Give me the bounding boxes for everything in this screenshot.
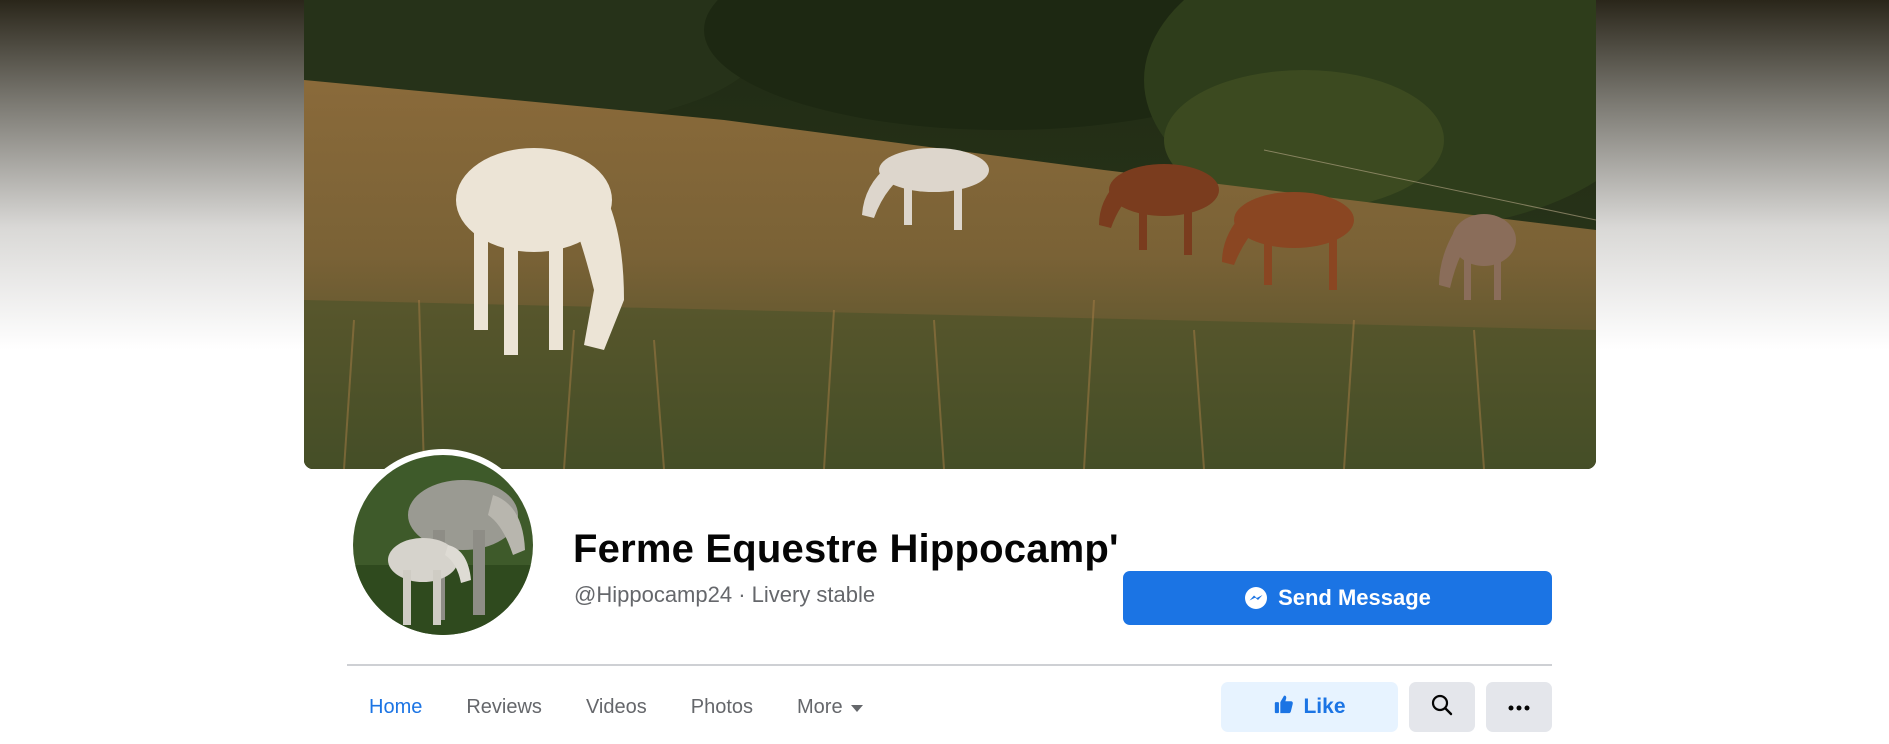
search-button[interactable]: [1409, 682, 1475, 732]
tab-more-label: More: [797, 695, 843, 718]
thumbs-up-icon: [1273, 693, 1295, 721]
tab-videos-label: Videos: [585, 695, 647, 718]
messenger-icon: [1244, 586, 1268, 610]
tab-reviews-label: Reviews: [466, 695, 542, 718]
more-options-icon: [1508, 698, 1530, 716]
tab-photos-label: Photos: [690, 695, 753, 718]
search-icon: [1430, 693, 1454, 722]
page-tabs: Home Reviews Videos Photos More: [347, 680, 885, 734]
tab-photos[interactable]: Photos: [669, 680, 775, 734]
like-label: Like: [1303, 695, 1346, 718]
tab-home-label: Home: [369, 695, 423, 718]
like-button[interactable]: Like: [1221, 682, 1398, 732]
profile-picture[interactable]: [347, 449, 539, 641]
tab-videos[interactable]: Videos: [564, 680, 669, 734]
tab-reviews[interactable]: Reviews: [444, 680, 564, 734]
cover-photo-image: [304, 0, 1596, 469]
more-options-button[interactable]: [1486, 682, 1552, 732]
page-subtitle: @Hippocamp24 · Livery stable: [574, 582, 876, 607]
tab-more[interactable]: More: [775, 680, 885, 734]
page-root: Ferme Equestre Hippocamp' @Hippocamp24 ·…: [0, 0, 1889, 744]
cover-photo[interactable]: [304, 0, 1596, 469]
send-message-button[interactable]: Send Message: [1123, 571, 1552, 625]
page-title: Ferme Equestre Hippocamp': [573, 527, 1119, 571]
profile-divider: [347, 664, 1552, 666]
tab-home[interactable]: Home: [347, 680, 444, 734]
chevron-down-icon: [850, 704, 863, 712]
profile-picture-image: [353, 455, 533, 635]
send-message-label: Send Message: [1278, 585, 1431, 610]
